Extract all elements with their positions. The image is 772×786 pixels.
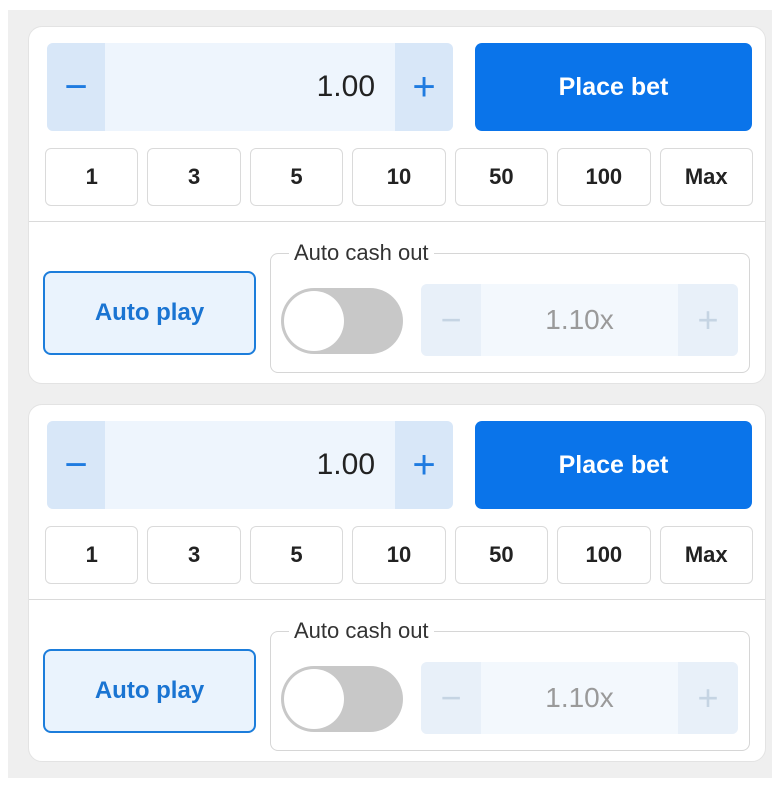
plus-icon: +	[697, 299, 719, 340]
divider	[29, 221, 765, 222]
plus-icon: +	[412, 443, 436, 487]
minus-icon: −	[440, 299, 462, 340]
chip-50[interactable]: 50	[454, 148, 549, 206]
increase-multiplier-button[interactable]: +	[678, 284, 738, 356]
bet-amount-control: − 1.00 +	[47, 421, 453, 509]
chip-3[interactable]: 3	[147, 148, 241, 206]
chip-max[interactable]: Max	[659, 526, 753, 584]
chip-100[interactable]: 100	[557, 148, 651, 206]
auto-play-button[interactable]: Auto play	[43, 271, 256, 355]
toggle-knob	[284, 669, 344, 729]
divider	[29, 599, 765, 600]
bet-panel-1: − 1.00 + Place bet 1 3 5 10 50 100 Max A…	[28, 26, 766, 384]
multiplier-input[interactable]: 1.10x	[481, 662, 678, 734]
decrease-amount-button[interactable]: −	[47, 43, 105, 131]
auto-cash-out-label: Auto cash out	[289, 240, 434, 266]
place-bet-button[interactable]: Place bet	[475, 421, 752, 509]
minus-icon: −	[64, 65, 88, 109]
chip-3[interactable]: 3	[147, 526, 241, 584]
auto-cash-out-group: Auto cash out − 1.10x +	[270, 240, 750, 373]
decrease-multiplier-button[interactable]: −	[421, 284, 481, 356]
minus-icon: −	[64, 443, 88, 487]
auto-cash-out-group: Auto cash out − 1.10x +	[270, 618, 750, 751]
minus-icon: −	[440, 677, 462, 718]
chip-1[interactable]: 1	[45, 148, 139, 206]
multiplier-input[interactable]: 1.10x	[481, 284, 678, 356]
bet-amount-input[interactable]: 1.00	[317, 43, 375, 131]
bet-panel-2: − 1.00 + Place bet 1 3 5 10 50 100 Max A…	[28, 404, 766, 762]
chip-10[interactable]: 10	[352, 148, 446, 206]
decrease-amount-button[interactable]: −	[47, 421, 105, 509]
bet-amount-control: − 1.00 +	[47, 43, 453, 131]
chip-5[interactable]: 5	[249, 526, 344, 584]
chip-100[interactable]: 100	[557, 526, 651, 584]
auto-cash-out-label: Auto cash out	[289, 618, 434, 644]
multiplier-control: − 1.10x +	[421, 284, 738, 356]
place-bet-button[interactable]: Place bet	[475, 43, 752, 131]
quick-amount-chips: 1 3 5 10 50 100 Max	[45, 526, 753, 584]
multiplier-control: − 1.10x +	[421, 662, 738, 734]
increase-amount-button[interactable]: +	[395, 43, 453, 131]
quick-amount-chips: 1 3 5 10 50 100 Max	[45, 148, 753, 206]
plus-icon: +	[412, 65, 436, 109]
decrease-multiplier-button[interactable]: −	[421, 662, 481, 734]
plus-icon: +	[697, 677, 719, 718]
chip-10[interactable]: 10	[352, 526, 446, 584]
toggle-knob	[284, 291, 344, 351]
chip-5[interactable]: 5	[249, 148, 344, 206]
increase-multiplier-button[interactable]: +	[678, 662, 738, 734]
chip-50[interactable]: 50	[454, 526, 549, 584]
chip-max[interactable]: Max	[659, 148, 753, 206]
bet-amount-input[interactable]: 1.00	[317, 421, 375, 509]
auto-cash-out-toggle[interactable]	[281, 288, 403, 354]
increase-amount-button[interactable]: +	[395, 421, 453, 509]
auto-play-button[interactable]: Auto play	[43, 649, 256, 733]
auto-cash-out-toggle[interactable]	[281, 666, 403, 732]
chip-1[interactable]: 1	[45, 526, 139, 584]
